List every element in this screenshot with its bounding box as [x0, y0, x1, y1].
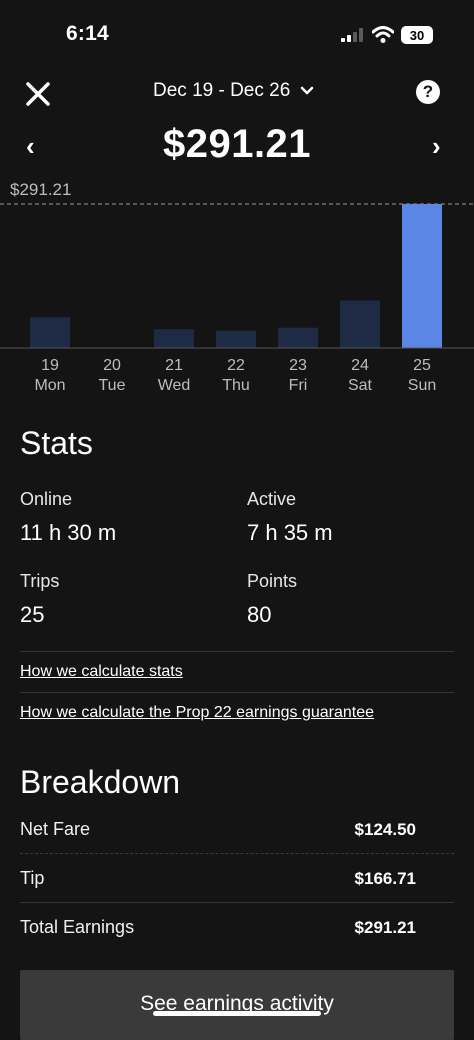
dashed-divider — [20, 853, 454, 854]
see-earnings-activity-button[interactable]: See earnings activity — [20, 970, 454, 1040]
active-value: 7 h 35 m — [247, 520, 333, 545]
points-label: Points — [247, 571, 298, 591]
total-earnings-label: Total Earnings — [20, 917, 135, 937]
tick-weekday: Mon — [34, 377, 65, 394]
weekly-total: $291.21 — [162, 122, 312, 166]
tick-day: 22 — [227, 357, 245, 374]
home-indicator — [153, 1011, 321, 1016]
signal-icon — [341, 28, 363, 42]
points-value: 80 — [247, 602, 272, 627]
bar-mon — [30, 317, 70, 348]
tick-weekday: Fri — [289, 377, 308, 394]
online-value: 11 h 30 m — [20, 520, 117, 545]
next-week-button[interactable]: › — [432, 131, 441, 162]
bar-wed — [154, 329, 194, 348]
prop22-guarantee-link[interactable]: How we calculate the Prop 22 earnings gu… — [20, 704, 374, 722]
date-range-selector[interactable]: Dec 19 - Dec 26 — [153, 80, 314, 102]
bar-sat — [340, 300, 380, 348]
status-time: 6:14 — [66, 22, 109, 45]
divider — [20, 902, 454, 903]
help-icon[interactable]: ? — [416, 80, 440, 104]
wifi-icon — [372, 26, 394, 43]
tick-day: 19 — [41, 357, 59, 374]
earnings-bar-chart: 19 Mon 20 Tue 21 Wed 22 Thu 23 Fri 24 Sat 25 Sun — [0, 203, 474, 394]
bar-sun — [402, 204, 442, 348]
tip-value: $166.71 — [354, 869, 416, 888]
trips-label: Trips — [20, 571, 60, 591]
online-label: Online — [20, 489, 73, 509]
divider — [20, 692, 454, 693]
tick-day: 23 — [289, 357, 307, 374]
see-earnings-activity-label: See earnings activity — [140, 992, 334, 1015]
breakdown-title: Breakdown — [20, 764, 181, 800]
net-fare-label: Net Fare — [20, 819, 91, 839]
tick-day: 25 — [413, 357, 431, 374]
tip-label: Tip — [20, 868, 45, 888]
net-fare-value: $124.50 — [354, 820, 416, 839]
how-we-calculate-stats-link[interactable]: How we calculate stats — [20, 663, 183, 681]
tick-day: 20 — [103, 357, 121, 374]
date-range-label: Dec 19 - Dec 26 — [153, 80, 291, 101]
tick-weekday: Wed — [158, 377, 191, 394]
tick-day: 24 — [351, 357, 369, 374]
tick-weekday: Tue — [99, 377, 126, 394]
tick-weekday: Sun — [408, 377, 436, 394]
bar-thu — [216, 330, 256, 348]
stats-title: Stats — [20, 425, 93, 461]
chevron-down-icon — [301, 86, 314, 95]
close-icon[interactable] — [24, 80, 52, 108]
tick-weekday: Thu — [222, 377, 250, 394]
tick-weekday: Sat — [348, 377, 373, 394]
divider — [20, 651, 454, 652]
trips-value: 25 — [20, 602, 45, 627]
total-earnings-value: $291.21 — [354, 918, 416, 937]
bar-fri — [278, 327, 318, 348]
tick-day: 21 — [165, 357, 183, 374]
battery-icon: 30 — [401, 26, 433, 44]
active-label: Active — [247, 489, 297, 509]
